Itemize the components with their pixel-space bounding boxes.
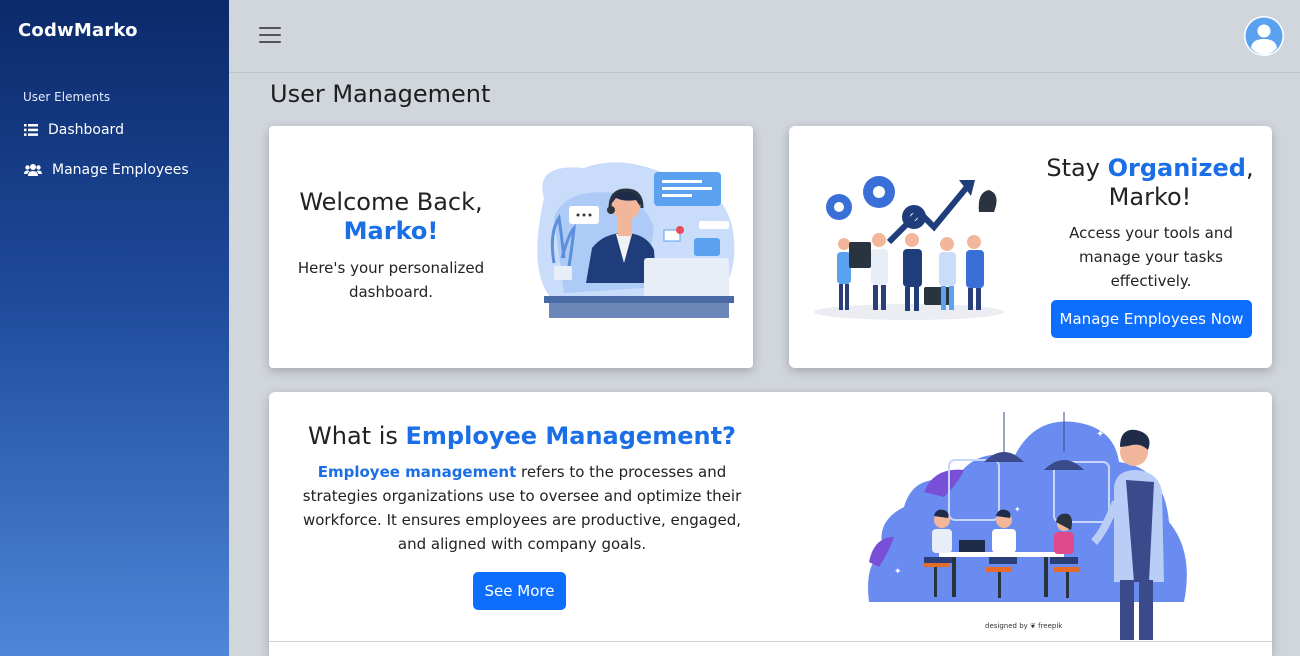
see-more-button[interactable]: See More	[473, 572, 566, 610]
welcome-card: Welcome Back, Marko! Here's your persona…	[269, 126, 753, 368]
organized-card: Stay Organized, Marko! Access your tools…	[789, 126, 1272, 368]
employee-management-info-card: What is Employee Management? Employee ma…	[269, 392, 1272, 656]
team-goals-illustration	[809, 172, 1009, 326]
brand-logo[interactable]: CodwMarko	[18, 20, 138, 41]
sidebar-section-label: User Elements	[23, 90, 111, 104]
welcome-name: Marko!	[343, 217, 439, 245]
top-navbar	[229, 0, 1300, 73]
hamburger-icon[interactable]	[259, 27, 281, 45]
user-avatar-icon[interactable]	[1244, 16, 1284, 56]
organized-title: Stay Organized, Marko!	[1039, 154, 1261, 212]
welcome-title: Welcome Back,	[299, 188, 483, 216]
team-meeting-illustration: ✦ ✦ ✦	[864, 412, 1194, 646]
sidebar: CodwMarko User Elements Dashboard Manage…	[0, 0, 229, 656]
organized-title-highlight: Organized	[1107, 154, 1246, 182]
sidebar-item-label: Dashboard	[48, 122, 124, 138]
sidebar-item-dashboard[interactable]: Dashboard	[24, 122, 124, 138]
svg-text:✦: ✦	[1096, 429, 1104, 440]
info-description-highlight: Employee management	[317, 463, 517, 481]
organized-title-prefix: Stay	[1046, 154, 1108, 182]
list-icon	[24, 124, 38, 136]
welcome-subtitle: Here's your personalized dashboard.	[297, 259, 485, 301]
info-description: Employee management refers to the proces…	[297, 460, 747, 556]
organized-subtitle: Access your tools and manage your tasks …	[1069, 224, 1233, 290]
sidebar-item-manage-employees[interactable]: Manage Employees	[24, 162, 189, 178]
info-title-prefix: What is	[308, 422, 406, 450]
support-agent-illustration	[524, 158, 739, 327]
svg-text:✦: ✦	[1014, 505, 1021, 514]
organized-title-suffix: ,	[1245, 154, 1254, 182]
divider	[269, 641, 1272, 642]
organized-title-line2: Marko!	[1108, 183, 1192, 211]
svg-text:✦: ✦	[894, 567, 902, 577]
sidebar-item-label: Manage Employees	[52, 162, 189, 178]
info-title: What is Employee Management?	[269, 422, 775, 450]
page-title: User Management	[270, 80, 491, 108]
users-icon	[24, 163, 42, 177]
manage-employees-now-button[interactable]: Manage Employees Now	[1051, 300, 1252, 338]
info-title-highlight: Employee Management?	[405, 422, 736, 450]
freepik-credit: designed by ❦ freepik	[985, 622, 1063, 630]
